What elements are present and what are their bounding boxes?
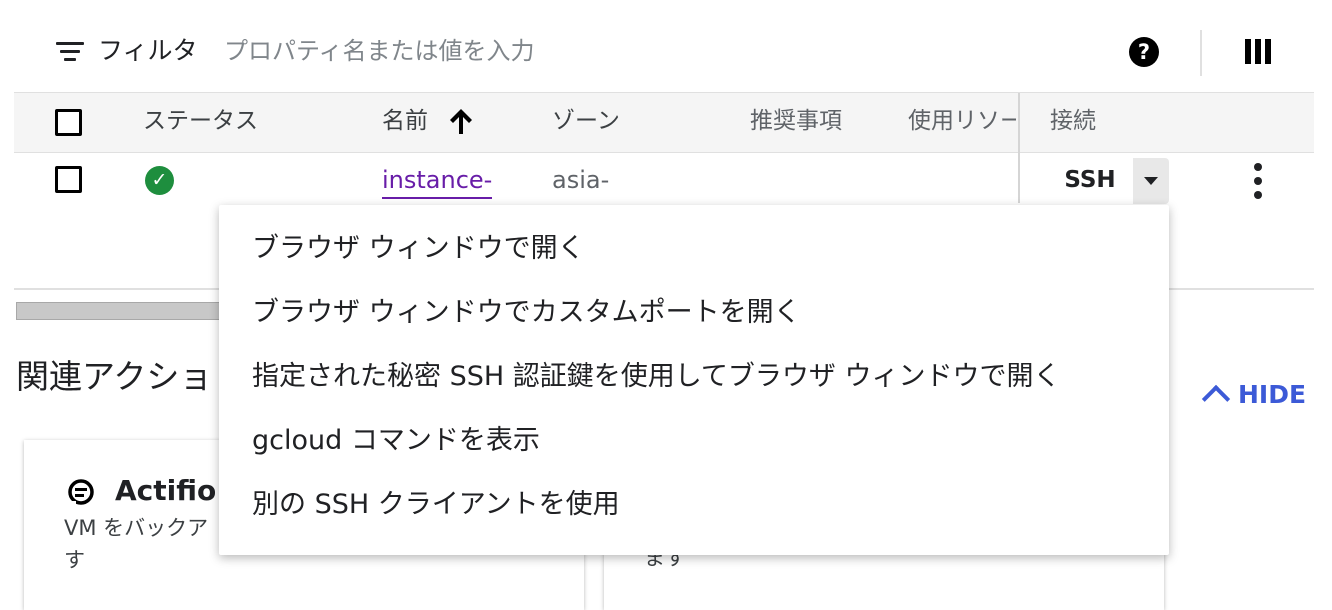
status-running-icon: ✓ — [145, 166, 174, 195]
caret-down-icon — [1144, 177, 1158, 185]
column-header-status[interactable]: ステータス — [143, 104, 258, 138]
view-columns-icon[interactable] — [1245, 39, 1271, 64]
menu-item-use-other-ssh-client[interactable]: 別の SSH クライアントを使用 — [252, 479, 1152, 531]
actifio-logo-icon — [68, 479, 94, 506]
column-header-usage[interactable]: 使用リソー — [908, 104, 1016, 138]
column-header-connect[interactable]: 接続 — [1050, 104, 1096, 138]
select-all-checkbox[interactable] — [55, 109, 82, 136]
related-actions-title: 関連アクショ — [16, 357, 213, 396]
instance-zone: asia- — [552, 166, 610, 194]
chevron-up-icon — [1201, 384, 1231, 414]
menu-item-open-with-private-key[interactable]: 指定された秘密 SSH 認証鍵を使用してブラウザ ウィンドウで開く — [252, 351, 1152, 403]
hide-label: HIDE — [1238, 380, 1307, 409]
more-actions-icon[interactable] — [1248, 163, 1268, 203]
sticky-column-divider — [1018, 93, 1020, 203]
help-icon[interactable]: ? — [1129, 37, 1159, 67]
filter-input[interactable] — [224, 32, 924, 70]
filter-icon[interactable] — [56, 42, 84, 62]
menu-item-view-gcloud-command[interactable]: gcloud コマンドを表示 — [252, 415, 1152, 467]
column-header-name[interactable]: 名前 — [382, 104, 428, 138]
ssh-button[interactable]: SSH — [1048, 158, 1132, 202]
toolbar-divider — [1200, 30, 1202, 76]
filter-label[interactable]: フィルタ — [98, 34, 198, 68]
column-header-zone[interactable]: ゾーン — [552, 104, 620, 138]
ssh-options-menu: ブラウザ ウィンドウで開く ブラウザ ウィンドウでカスタムポートを開く 指定され… — [219, 205, 1169, 555]
menu-item-open-custom-port[interactable]: ブラウザ ウィンドウでカスタムポートを開く — [252, 287, 1152, 339]
ssh-dropdown-button[interactable] — [1133, 158, 1169, 204]
column-header-recommendation[interactable]: 推奨事項 — [750, 104, 842, 138]
row-checkbox[interactable] — [55, 166, 82, 193]
instance-name-link[interactable]: instance- — [382, 163, 493, 199]
menu-item-open-in-browser[interactable]: ブラウザ ウィンドウで開く — [252, 223, 1152, 275]
hide-button[interactable]: HIDE — [1200, 378, 1307, 414]
sort-ascending-icon[interactable] — [448, 106, 474, 136]
